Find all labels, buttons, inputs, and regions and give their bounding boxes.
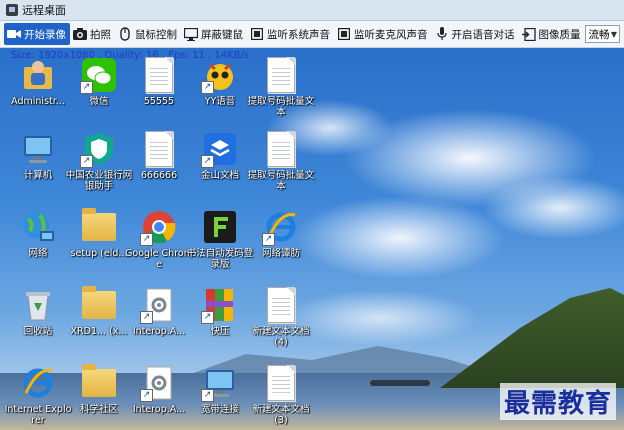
folder-icon — [80, 208, 118, 246]
speaker-icon — [250, 27, 264, 41]
shield-icon: ↗ — [80, 130, 118, 168]
desktop-icon-computer[interactable]: 计算机 — [3, 130, 73, 204]
desktop-icon-ie-shortcut[interactable]: ↗ 网络谭肪 — [246, 208, 316, 282]
yy-voice-icon: ↗ — [201, 56, 239, 94]
green-f-app-icon — [201, 208, 239, 246]
monitor-system-sound-button[interactable]: 监听系统声音 — [247, 23, 334, 45]
shortcut-arrow-icon: ↗ — [80, 155, 93, 168]
text-document-icon — [140, 56, 178, 94]
mouse-control-button[interactable]: 鼠标控制 — [115, 23, 181, 45]
shortcut-arrow-icon: ↗ — [201, 81, 214, 94]
network-globe-icon — [19, 208, 57, 246]
block-keyboard-mouse-button[interactable]: 屏蔽键鼠 — [181, 23, 247, 45]
mouse-icon — [118, 27, 132, 41]
recycle-bin-icon — [19, 286, 57, 324]
desktop-icon-extract-numbers-2[interactable]: 提取号码批量文本 — [246, 130, 316, 204]
desktop-icon-new-text-3[interactable]: 新建文本文档(3) — [246, 364, 316, 430]
rocks-background — [370, 380, 430, 386]
microphone-icon — [435, 27, 449, 41]
shortcut-arrow-icon: ↗ — [140, 389, 153, 402]
text-document-icon — [262, 364, 300, 402]
image-quality-icon — [521, 27, 536, 41]
gear-document-icon: ↗ — [140, 364, 178, 402]
desktop-icon-new-text-4[interactable]: 新建文本文档(4) — [246, 286, 316, 360]
shortcut-arrow-icon: ↗ — [262, 233, 275, 246]
desktop-icon-55555[interactable]: 55555 — [124, 56, 194, 130]
desktop-icon-kdocs[interactable]: ↗ 金山文档 — [185, 130, 255, 204]
chevron-down-icon: ▼ — [610, 29, 617, 39]
desktop-icon-recycle-bin[interactable]: 回收站 — [3, 286, 73, 360]
shortcut-arrow-icon: ↗ — [201, 389, 214, 402]
photo-camera-icon — [73, 27, 87, 41]
toolbar: 开始录像 拍照 鼠标控制 屏蔽键鼠 监听系统声音 监听麦克风声音 开启语音对话 … — [0, 21, 624, 48]
wechat-icon: ↗ — [80, 56, 118, 94]
shortcut-arrow-icon: ↗ — [80, 81, 93, 94]
kdocs-icon: ↗ — [201, 130, 239, 168]
shortcut-arrow-icon: ↗ — [140, 233, 153, 246]
monitor-icon — [184, 27, 198, 41]
take-photo-button[interactable]: 拍照 — [70, 23, 115, 45]
desktop-icon-interop-2[interactable]: ↗ Interop.A... — [124, 364, 194, 430]
computer-icon — [19, 130, 57, 168]
quality-select[interactable]: 流畅 ▼ — [584, 25, 620, 43]
desktop-icon-administrator[interactable]: Administr... — [3, 56, 73, 130]
gear-document-icon: ↗ — [140, 286, 178, 324]
desktop-icon-666666[interactable]: 666666 — [124, 130, 194, 204]
speaker-icon — [337, 27, 351, 41]
quality-select-value: 流畅 — [588, 28, 610, 41]
desktop-icon-chrome[interactable]: ↗ Google Chrome — [124, 208, 194, 282]
voice-chat-button[interactable]: 开启语音对话 — [432, 23, 519, 45]
desktop-icon-extract-numbers-1[interactable]: 提取号码批量文本 — [246, 56, 316, 130]
computer-icon: ↗ — [201, 364, 239, 402]
remote-desktop-view[interactable]: Size: 1920x1080 , Quality: 16 , Fps: 11 … — [0, 48, 624, 430]
desktop-icon-yy[interactable]: ↗ YY语音 — [185, 56, 255, 130]
desktop-icon-auto-sender[interactable]: 书法自动发码登录版 — [185, 208, 255, 282]
archive-app-icon: ↗ — [201, 286, 239, 324]
start-recording-button[interactable]: 开始录像 — [4, 23, 70, 45]
desktop-icon-kuaiya[interactable]: ↗ 快压 — [185, 286, 255, 360]
user-folder-icon — [19, 56, 57, 94]
desktop-icon-network[interactable]: 网络 — [3, 208, 73, 282]
shortcut-arrow-icon: ↗ — [140, 311, 153, 324]
shortcut-arrow-icon: ↗ — [201, 155, 214, 168]
internet-explorer-icon: ↗ — [262, 208, 300, 246]
title-bar: 远程桌面 — [0, 0, 624, 21]
watermark: 最需教育 — [499, 383, 616, 420]
folder-icon — [80, 286, 118, 324]
remote-desktop-window: 远程桌面 开始录像 拍照 鼠标控制 屏蔽键鼠 监听系统声音 监听麦克风声音 开启… — [0, 0, 624, 430]
app-icon — [6, 4, 18, 16]
desktop-icon-internet-explorer[interactable]: Internet Explorer — [3, 364, 73, 430]
window-title: 远程桌面 — [22, 4, 66, 17]
text-document-icon — [140, 130, 178, 168]
image-quality-button[interactable]: 图像质量 — [519, 23, 585, 45]
camera-record-icon — [7, 27, 21, 41]
folder-icon — [80, 364, 118, 402]
text-document-icon — [262, 286, 300, 324]
internet-explorer-icon — [19, 364, 57, 402]
monitor-microphone-sound-button[interactable]: 监听麦克风声音 — [334, 23, 432, 45]
shortcut-arrow-icon: ↗ — [201, 311, 214, 324]
text-document-icon — [262, 130, 300, 168]
desktop-icon-broadband[interactable]: ↗ 宽带连接 — [185, 364, 255, 430]
desktop-icon-interop-1[interactable]: ↗ Interop.A... — [124, 286, 194, 360]
chrome-icon: ↗ — [140, 208, 178, 246]
text-document-icon — [262, 56, 300, 94]
island-background — [440, 288, 624, 388]
